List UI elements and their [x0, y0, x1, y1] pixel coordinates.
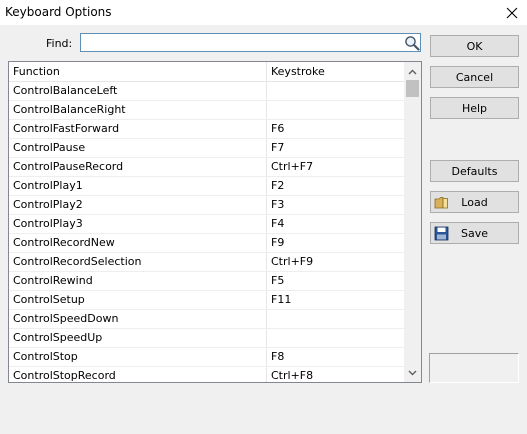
- table-row[interactable]: ControlRecordSelection Ctrl+F9: [9, 253, 421, 272]
- help-button[interactable]: Help: [430, 97, 519, 119]
- chevron-up-icon: [408, 69, 417, 74]
- scroll-up-button[interactable]: [404, 63, 421, 80]
- function-cell: ControlSetup: [9, 291, 267, 309]
- keystroke-cell[interactable]: F7: [267, 139, 405, 157]
- function-cell: ControlFastForward: [9, 120, 267, 138]
- ok-button[interactable]: OK: [430, 35, 519, 57]
- keystroke-cell[interactable]: F3: [267, 196, 405, 214]
- scroll-down-button[interactable]: [404, 364, 421, 381]
- function-cell: ControlRecordNew: [9, 234, 267, 252]
- keystroke-cell[interactable]: [267, 82, 405, 100]
- table-row[interactable]: ControlStopRecord Ctrl+F8: [9, 367, 421, 382]
- floppy-disk-icon: [434, 226, 449, 241]
- table-row[interactable]: ControlStop F8: [9, 348, 421, 367]
- status-panel: [429, 353, 519, 383]
- keystroke-cell[interactable]: Ctrl+F8: [267, 367, 405, 382]
- table-row[interactable]: ControlPlay1 F2: [9, 177, 421, 196]
- title-bar: Keyboard Options: [0, 0, 527, 25]
- table-row[interactable]: ControlSetup F11: [9, 291, 421, 310]
- keystroke-cell[interactable]: F6: [267, 120, 405, 138]
- function-cell: ControlPlay3: [9, 215, 267, 233]
- function-cell: ControlPause: [9, 139, 267, 157]
- function-cell: ControlRewind: [9, 272, 267, 290]
- table-row[interactable]: ControlRewind F5: [9, 272, 421, 291]
- table-row[interactable]: ControlBalanceLeft: [9, 82, 421, 101]
- keystroke-cell[interactable]: F2: [267, 177, 405, 195]
- column-header-keystroke[interactable]: Keystroke: [267, 62, 405, 81]
- table-row[interactable]: ControlBalanceRight: [9, 101, 421, 120]
- table-body: ControlBalanceLeft ControlBalanceRight Con…: [9, 82, 421, 382]
- load-button-label: Load: [461, 195, 488, 209]
- table-row[interactable]: ControlSpeedDown: [9, 310, 421, 329]
- close-icon: [506, 7, 518, 18]
- keyboard-shortcut-table[interactable]: Function Keystroke ControlBalanceLeft Con…: [8, 61, 422, 383]
- search-button[interactable]: [403, 34, 420, 51]
- table-header: Function Keystroke: [9, 62, 421, 82]
- keystroke-cell[interactable]: F9: [267, 234, 405, 252]
- function-cell: ControlSpeedUp: [9, 329, 267, 347]
- function-cell: ControlBalanceLeft: [9, 82, 267, 100]
- keystroke-cell[interactable]: [267, 310, 405, 328]
- keystroke-cell[interactable]: F5: [267, 272, 405, 290]
- keystroke-cell[interactable]: Ctrl+F9: [267, 253, 405, 271]
- table-row[interactable]: ControlSpeedUp: [9, 329, 421, 348]
- keystroke-cell[interactable]: F4: [267, 215, 405, 233]
- keystroke-cell[interactable]: Ctrl+F7: [267, 158, 405, 176]
- table-row[interactable]: ControlPauseRecord Ctrl+F7: [9, 158, 421, 177]
- window-title: Keyboard Options: [5, 5, 112, 19]
- table-row[interactable]: ControlFastForward F6: [9, 120, 421, 139]
- scrollbar-thumb[interactable]: [406, 80, 419, 97]
- function-cell: ControlStopRecord: [9, 367, 267, 382]
- search-icon: [404, 35, 420, 51]
- function-cell: ControlPauseRecord: [9, 158, 267, 176]
- find-input[interactable]: [80, 33, 421, 52]
- keystroke-cell[interactable]: [267, 329, 405, 347]
- table-row[interactable]: ControlPlay3 F4: [9, 215, 421, 234]
- keystroke-cell[interactable]: F8: [267, 348, 405, 366]
- function-cell: ControlRecordSelection: [9, 253, 267, 271]
- vertical-scrollbar[interactable]: [404, 62, 421, 382]
- function-cell: ControlPlay2: [9, 196, 267, 214]
- chevron-down-icon: [408, 370, 417, 375]
- function-cell: ControlSpeedDown: [9, 310, 267, 328]
- save-button[interactable]: Save: [430, 222, 519, 244]
- load-button[interactable]: Load: [430, 191, 519, 213]
- table-row[interactable]: ControlRecordNew F9: [9, 234, 421, 253]
- cancel-button[interactable]: Cancel: [430, 66, 519, 88]
- column-header-function[interactable]: Function: [9, 62, 267, 81]
- keystroke-cell[interactable]: F11: [267, 291, 405, 309]
- table-row[interactable]: ControlPlay2 F3: [9, 196, 421, 215]
- close-button[interactable]: [497, 0, 527, 25]
- keystroke-cell[interactable]: [267, 101, 405, 119]
- table-row[interactable]: ControlPause F7: [9, 139, 421, 158]
- function-cell: ControlPlay1: [9, 177, 267, 195]
- folder-icon: [434, 197, 448, 209]
- function-cell: ControlBalanceRight: [9, 101, 267, 119]
- function-cell: ControlStop: [9, 348, 267, 366]
- save-button-label: Save: [460, 226, 488, 240]
- defaults-button[interactable]: Defaults: [430, 160, 519, 182]
- find-label: Find:: [46, 37, 73, 50]
